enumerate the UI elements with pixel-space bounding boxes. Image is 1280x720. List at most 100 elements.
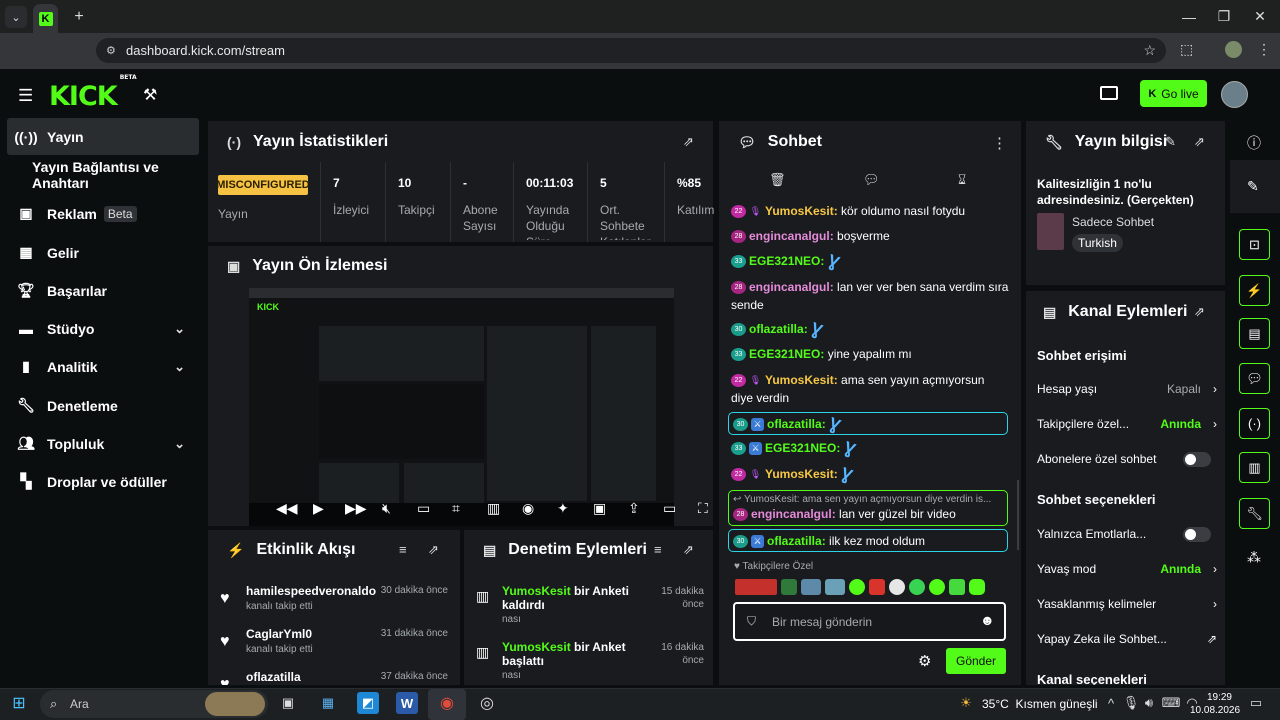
emote-icon[interactable] xyxy=(949,579,965,595)
emote-icon[interactable] xyxy=(909,579,925,595)
new-tab-plus-icon[interactable]: + xyxy=(68,6,90,28)
chat-username[interactable]: oflazatilla xyxy=(767,417,822,431)
crop-icon[interactable]: ⌗ xyxy=(452,500,460,517)
play-icon[interactable]: ▶ xyxy=(313,500,324,517)
popout-icon[interactable]: ⇗ xyxy=(1194,304,1205,320)
obs-icon[interactable]: ◎ xyxy=(476,692,498,714)
tray-chevron-icon[interactable]: ^ xyxy=(1100,692,1122,714)
rail-clip-icon[interactable]: ⊡ xyxy=(1239,229,1270,260)
chat-username[interactable]: oflazatilla xyxy=(749,322,804,336)
chat-username[interactable]: oflazatilla xyxy=(767,534,822,548)
sidebar-item-denetleme[interactable]: 🔧︎ Denetleme xyxy=(7,387,199,424)
activity-user[interactable]: hamilespeedveronaldo xyxy=(246,584,376,598)
store-icon[interactable]: ▦ xyxy=(317,692,339,714)
emote-icon[interactable] xyxy=(735,579,777,595)
chat-username[interactable]: YumosKesit xyxy=(765,373,834,387)
send-button[interactable]: Gönder xyxy=(946,648,1006,674)
edit-pencil-icon[interactable]: ✎ xyxy=(1247,178,1259,195)
sparkle-icon[interactable]: ✦ xyxy=(557,500,569,517)
emote-icon[interactable] xyxy=(969,579,985,595)
user-avatar[interactable] xyxy=(1221,81,1248,108)
filter-icon[interactable]: ≡ xyxy=(654,542,662,557)
trash-icon[interactable]: 🗑︎ xyxy=(769,172,786,188)
sidebar-item-yayin[interactable]: ((·)) Yayın xyxy=(7,118,199,155)
profile-avatar-icon[interactable] xyxy=(1225,41,1242,58)
taskbar-clock[interactable]: 19:29 10.08.2026 xyxy=(1190,691,1240,717)
kick-logo[interactable]: KICKBETA xyxy=(49,74,137,111)
chat-username[interactable]: YumosKesit xyxy=(765,204,834,218)
rail-broadcast-icon[interactable]: (·) xyxy=(1239,408,1270,439)
taskbar-search[interactable]: ⌕ Ara xyxy=(40,690,268,718)
mute-icon[interactable]: 🔇︎ xyxy=(382,500,391,517)
camera-icon[interactable]: ▭ xyxy=(417,500,430,517)
fast-forward-icon[interactable]: ▶▶ xyxy=(345,500,367,517)
browser-menu-icon[interactable]: ⋮ xyxy=(1257,41,1271,58)
emote-icon[interactable] xyxy=(869,579,885,595)
popout-icon[interactable]: ⇗ xyxy=(1194,134,1205,150)
shield-icon[interactable]: ⛉ xyxy=(747,614,756,629)
emote-icon[interactable] xyxy=(825,579,845,595)
emote-icon[interactable] xyxy=(801,579,821,595)
chat-username[interactable]: YumosKesit xyxy=(765,467,834,481)
hdr-icon[interactable] xyxy=(1100,86,1118,100)
hammer-icon[interactable]: ⚒ xyxy=(143,85,157,105)
windows-start-icon[interactable]: ⊞ xyxy=(8,692,30,714)
activity-user[interactable]: oflazatilla xyxy=(246,670,301,684)
popout-icon[interactable]: ⇗ xyxy=(683,134,694,150)
rail-document-icon[interactable]: ▤ xyxy=(1239,318,1270,349)
playback-speed-icon[interactable]: ◉ xyxy=(522,500,534,517)
chat-menu-icon[interactable]: ⋮ xyxy=(992,134,1007,152)
modlog-user[interactable]: YumosKesit xyxy=(502,584,571,598)
sidebar-item-droplar[interactable]: ▚ Droplar ve ödüller xyxy=(7,463,199,500)
emotes-only-toggle[interactable] xyxy=(1183,526,1211,542)
rewind-icon[interactable]: ◀◀ xyxy=(276,500,298,517)
stats-chart-icon[interactable]: ▥ xyxy=(487,500,500,517)
extensions-icon[interactable]: ⬚ xyxy=(1180,41,1193,58)
popout-icon[interactable]: ⇗ xyxy=(428,542,439,558)
close-window-icon[interactable]: ✕ xyxy=(1243,0,1277,33)
notification-icon[interactable]: ▭ xyxy=(1245,692,1267,714)
emote-icon[interactable] xyxy=(889,579,905,595)
chat-username[interactable]: EGE321NEO xyxy=(765,441,836,455)
restore-icon[interactable]: ❐ xyxy=(1207,0,1241,33)
chat-username[interactable]: engincanalgul xyxy=(751,507,832,521)
account-age-row[interactable]: Hesap yaşı Kapalı › xyxy=(1037,379,1217,399)
fullscreen-icon[interactable]: ⛶ xyxy=(698,500,708,517)
rail-chat-icon[interactable]: 💬︎ xyxy=(1239,363,1270,394)
emote-icon[interactable] xyxy=(781,579,797,595)
site-info-icon[interactable]: ⚙ xyxy=(106,44,116,57)
chat-username[interactable]: EGE321NEO xyxy=(749,254,820,268)
url-field[interactable]: ⚙ dashboard.kick.com/stream ☆ xyxy=(96,38,1166,63)
sidebar-item-basarilar[interactable]: 🏆︎ Başarılar xyxy=(7,272,199,309)
hourglass-icon[interactable]: ⌛︎ xyxy=(958,172,966,188)
bookmark-star-icon[interactable]: ☆ xyxy=(1143,42,1156,59)
keyboard-icon[interactable]: ⌨ xyxy=(1160,692,1182,714)
subscribers-only-toggle[interactable] xyxy=(1183,451,1211,467)
tab-search-chevron-icon[interactable]: ⌄ xyxy=(5,6,27,28)
task-view-icon[interactable]: ▣ xyxy=(277,692,299,714)
rail-lightning-icon[interactable]: ⚡ xyxy=(1239,275,1270,306)
weather-text[interactable]: 35°C Kısmen güneşli xyxy=(982,697,1098,711)
chat-username[interactable]: engincanalgul xyxy=(749,280,830,294)
chat-username[interactable]: EGE321NEO xyxy=(749,347,820,361)
share-icon[interactable]: ⇪ xyxy=(628,500,640,517)
app-icon[interactable]: ◩ xyxy=(357,692,379,714)
sidebar-item-gelir[interactable]: ▦ Gelir xyxy=(7,234,199,271)
followers-only-row[interactable]: Takipçilere özel... Anında › xyxy=(1037,414,1217,434)
banned-words-row[interactable]: Yasaklanmış kelimeler › xyxy=(1037,594,1217,614)
hamburger-menu-icon[interactable]: ☰ xyxy=(18,86,33,106)
slow-mode-row[interactable]: Yavaş mod Anında › xyxy=(1037,559,1217,579)
pip-icon[interactable]: ▣ xyxy=(593,500,606,517)
filter-icon[interactable]: ≡ xyxy=(399,542,407,557)
emote-icon[interactable] xyxy=(929,579,945,595)
stream-preview-video[interactable]: KICK xyxy=(249,288,674,526)
emote-icon[interactable] xyxy=(849,579,865,595)
activity-user[interactable]: CaglarYml0 xyxy=(246,627,312,641)
browser-tab-kick[interactable]: K xyxy=(33,4,58,33)
sidebar-item-topluluk[interactable]: 👥︎ Topluluk ⌄ xyxy=(7,425,199,462)
chat-settings-gear-icon[interactable]: ⚙ xyxy=(918,652,931,670)
emoji-icon[interactable]: ☻ xyxy=(980,612,995,628)
rail-apps-icon[interactable]: ⁂ xyxy=(1247,549,1261,566)
rail-wrench-icon[interactable]: 🔧︎ xyxy=(1239,498,1270,529)
go-live-button[interactable]: K Go live xyxy=(1140,80,1207,107)
